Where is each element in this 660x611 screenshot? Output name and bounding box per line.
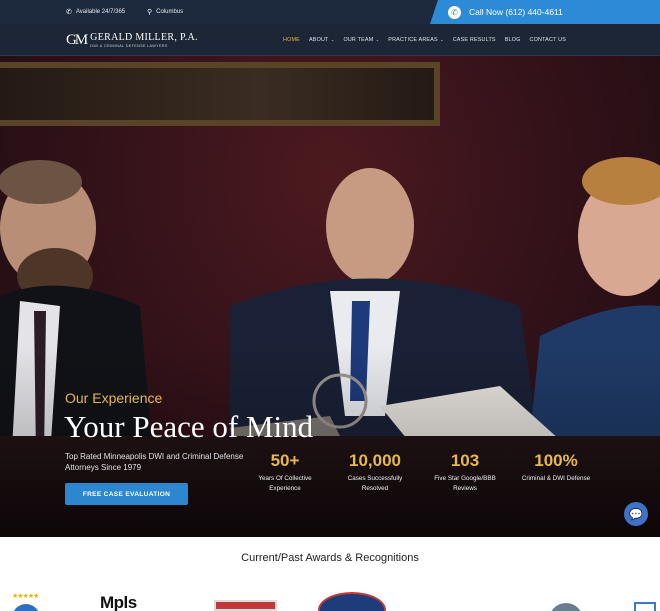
nav-item-case-results[interactable]: CASE RESULTS (453, 37, 496, 43)
stat-value: 100% (534, 451, 578, 470)
logo-name: GERALD MILLER, P.A. (90, 32, 198, 43)
mpls-award-logo: Mpls (100, 593, 137, 611)
nav-item-contact-us[interactable]: CONTACT US (530, 37, 567, 43)
phone-small-icon: ✆ (66, 9, 72, 16)
logo-monogram: GM (66, 31, 88, 48)
awards-title: Current/Past Awards & Recognitions (241, 552, 419, 564)
award-badge-1 (12, 604, 40, 611)
location-pin-icon: ⚲ (147, 9, 153, 16)
chevron-down-icon: ⌄ (374, 36, 380, 42)
call-now-button[interactable]: ✆ Call Now (612) 440-4611 (430, 0, 660, 24)
nav-item-about[interactable]: ABOUT ⌄ (309, 37, 334, 43)
stat-value: 10,000 (349, 451, 401, 470)
free-case-evaluation-button[interactable]: FREE CASE EVALUATION (65, 483, 188, 505)
stat-value: 103 (450, 451, 480, 470)
nav-item-home[interactable]: HOME (283, 37, 300, 43)
award-badge-seal (318, 592, 386, 611)
site-logo[interactable]: GM GERALD MILLER, P.A. DWI & CRIMINAL DE… (66, 28, 198, 52)
nav-item-our-team[interactable]: OUR TEAM ⌄ (343, 37, 379, 43)
nav-item-blog[interactable]: BLOG (505, 37, 521, 43)
rating-stars-badge: ★★★★★ (12, 593, 39, 600)
phone-icon: ✆ (448, 5, 461, 19)
location-text: Columbus (156, 9, 184, 15)
location-info: ⚲ Columbus (147, 0, 183, 24)
stat-value: 50+ (270, 451, 300, 470)
stat-defense: 100% Criminal & DWI Defense (515, 450, 597, 484)
stat-label: Criminal & DWI Defense (521, 475, 591, 482)
stat-years: 50+ Years Of Collective Experience (244, 450, 326, 494)
hero-eyebrow: Our Experience (65, 390, 163, 406)
call-now-label: Call Now (612) 440-4611 (469, 7, 563, 17)
chat-icon[interactable]: 💬 (624, 502, 648, 526)
main-nav: GM GERALD MILLER, P.A. DWI & CRIMINAL DE… (0, 24, 660, 56)
top-bar: ✆ Available 24/7/365 ⚲ Columbus ✆ Call N… (0, 0, 660, 24)
hero-tagline: Top Rated Minneapolis DWI and Criminal D… (65, 452, 244, 472)
award-badge-blue (634, 602, 656, 611)
stat-reviews: 103 Five Star Google/BBB Reviews (424, 450, 506, 494)
logo-subtitle: DWI & CRIMINAL DEFENSE LAWYERS (90, 44, 168, 48)
hero-headline: Your Peace of Mind (64, 409, 314, 444)
stat-cases: 10,000 Cases Successfully Resolved (334, 450, 416, 494)
page: ✆ Available 24/7/365 ⚲ Columbus ✆ Call N… (0, 0, 660, 611)
nav-menu: HOME ABOUT ⌄ OUR TEAM ⌄ PRACTICE AREAS ⌄… (283, 24, 566, 55)
hero-section: Our Experience Your Peace of Mind Top Ra… (0, 56, 660, 537)
stat-label: Cases Successfully Resolved (347, 475, 403, 492)
chevron-down-icon: ⌄ (329, 36, 335, 42)
award-badge-red (214, 600, 277, 611)
stat-label: Years Of Collective Experience (258, 475, 312, 492)
chevron-down-icon: ⌄ (438, 36, 444, 42)
nav-item-practice-areas[interactable]: PRACTICE AREAS ⌄ (388, 37, 443, 43)
award-badge-round (549, 603, 583, 611)
availability-text: Available 24/7/365 (75, 9, 126, 15)
availability-info: ✆ Available 24/7/365 (66, 0, 125, 24)
stat-label: Five Star Google/BBB Reviews (434, 475, 496, 492)
